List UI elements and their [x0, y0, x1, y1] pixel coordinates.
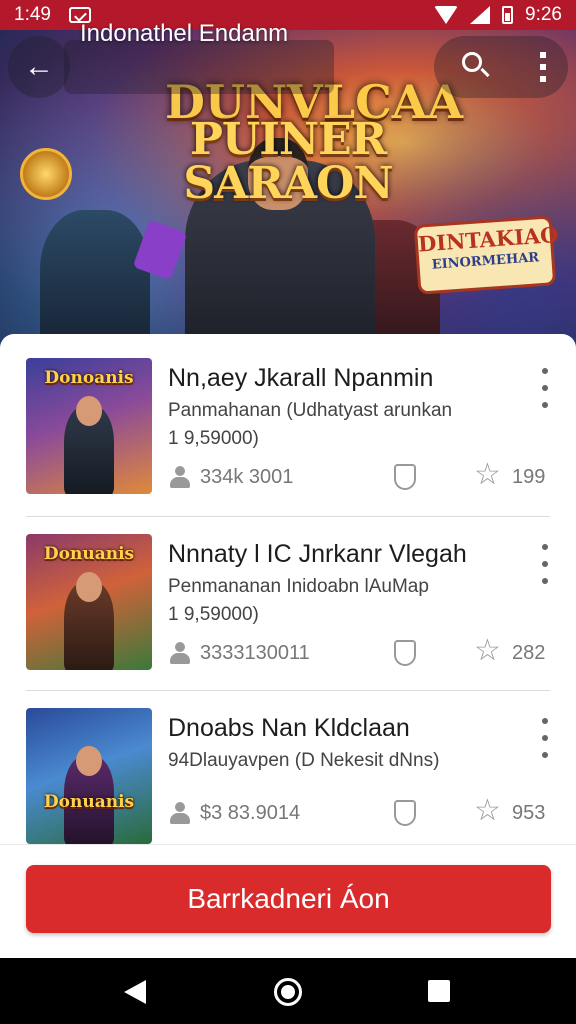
- hero-character-left: [40, 210, 150, 350]
- shield-icon[interactable]: [394, 640, 416, 666]
- item-more-button[interactable]: [536, 718, 554, 758]
- search-button[interactable]: [458, 48, 496, 86]
- primary-action-button[interactable]: Barrkadneri Áon: [26, 865, 551, 933]
- shield-icon[interactable]: [394, 464, 416, 490]
- thumbnail-title: Donuanis: [43, 544, 135, 564]
- bottom-action-bar: Barrkadneri Áon: [0, 844, 576, 958]
- item-more-button[interactable]: [536, 368, 554, 408]
- wifi-icon: [434, 6, 459, 24]
- thumbnail-title: Donoanis: [44, 368, 134, 388]
- status-clock: 9:26: [525, 4, 562, 25]
- nav-back-icon[interactable]: [124, 980, 146, 1004]
- page-title: Indonathel Endanm: [80, 20, 289, 47]
- shield-icon[interactable]: [394, 800, 416, 826]
- search-icon: [462, 52, 482, 72]
- battery-icon: [502, 6, 514, 24]
- players-icon: [170, 802, 192, 824]
- star-icon[interactable]: ☆: [474, 460, 501, 490]
- item-count: $3 83.9014: [200, 802, 301, 824]
- nav-home-icon[interactable]: [274, 978, 302, 1006]
- overflow-menu-button[interactable]: [530, 52, 556, 82]
- game-thumbnail[interactable]: Donoanis: [26, 358, 152, 494]
- list-item[interactable]: Donuanis Nnnaty l IC Jnrkanr Vlegah Penm…: [0, 510, 576, 684]
- item-price: 1 9,59000): [168, 604, 259, 625]
- list-item[interactable]: Donuanis Dnoabs Nan Kldclaan 94Dlauyavpe…: [0, 684, 576, 858]
- hero-emblem-icon: [20, 148, 72, 200]
- back-button[interactable]: ←: [8, 36, 70, 98]
- nav-recents-icon[interactable]: [428, 980, 450, 1002]
- system-nav-bar: [0, 958, 576, 1024]
- item-rating: 953: [512, 802, 546, 824]
- thumbnail-title: Donuanis: [43, 792, 135, 812]
- item-meta: 3333130011 ☆ 282: [168, 636, 558, 668]
- item-meta: 334k 3001 ☆ 199: [168, 460, 558, 492]
- game-thumbnail[interactable]: Donuanis: [26, 534, 152, 670]
- item-rating: 199: [512, 466, 546, 488]
- status-time: 1:49: [14, 4, 51, 25]
- game-thumbnail[interactable]: Donuanis: [26, 708, 152, 844]
- item-subtitle: Penmananan Inidoabn lAuMap: [168, 576, 429, 597]
- list-item[interactable]: Donoanis Nn,aey Jkarall Npanmin Panmahan…: [0, 334, 576, 508]
- item-subtitle: 94Dlauyavpen (D Nekesit dNns): [168, 750, 440, 771]
- item-meta: $3 83.9014 ☆ 953: [168, 796, 558, 828]
- game-list: Donoanis Nn,aey Jkarall Npanmin Panmahan…: [0, 334, 576, 846]
- item-more-button[interactable]: [536, 544, 554, 584]
- item-count: 3333130011: [200, 642, 310, 664]
- players-icon: [170, 642, 192, 664]
- signal-icon: [470, 6, 491, 24]
- item-title: Nn,aey Jkarall Npanmin: [168, 364, 434, 392]
- item-price: 1 9,59000): [168, 428, 259, 449]
- hero-title: PUINER SARAON: [183, 114, 393, 209]
- star-icon[interactable]: ☆: [474, 796, 501, 826]
- item-rating: 282: [512, 642, 546, 664]
- item-count: 334k 3001: [200, 466, 294, 488]
- arrow-left-icon: ←: [24, 50, 54, 83]
- item-title: Nnnaty l IC Jnrkanr Vlegah: [168, 540, 467, 568]
- players-icon: [170, 466, 192, 488]
- hero-badge: DINTAKIAO EINORMEHAR: [413, 215, 559, 295]
- app-bar-title-backdrop: [64, 40, 334, 94]
- item-title: Dnoabs Nan Kldclaan: [168, 714, 410, 742]
- star-icon[interactable]: ☆: [474, 636, 501, 666]
- item-subtitle: Panmahanan (Udhatyast arunkan: [168, 400, 453, 421]
